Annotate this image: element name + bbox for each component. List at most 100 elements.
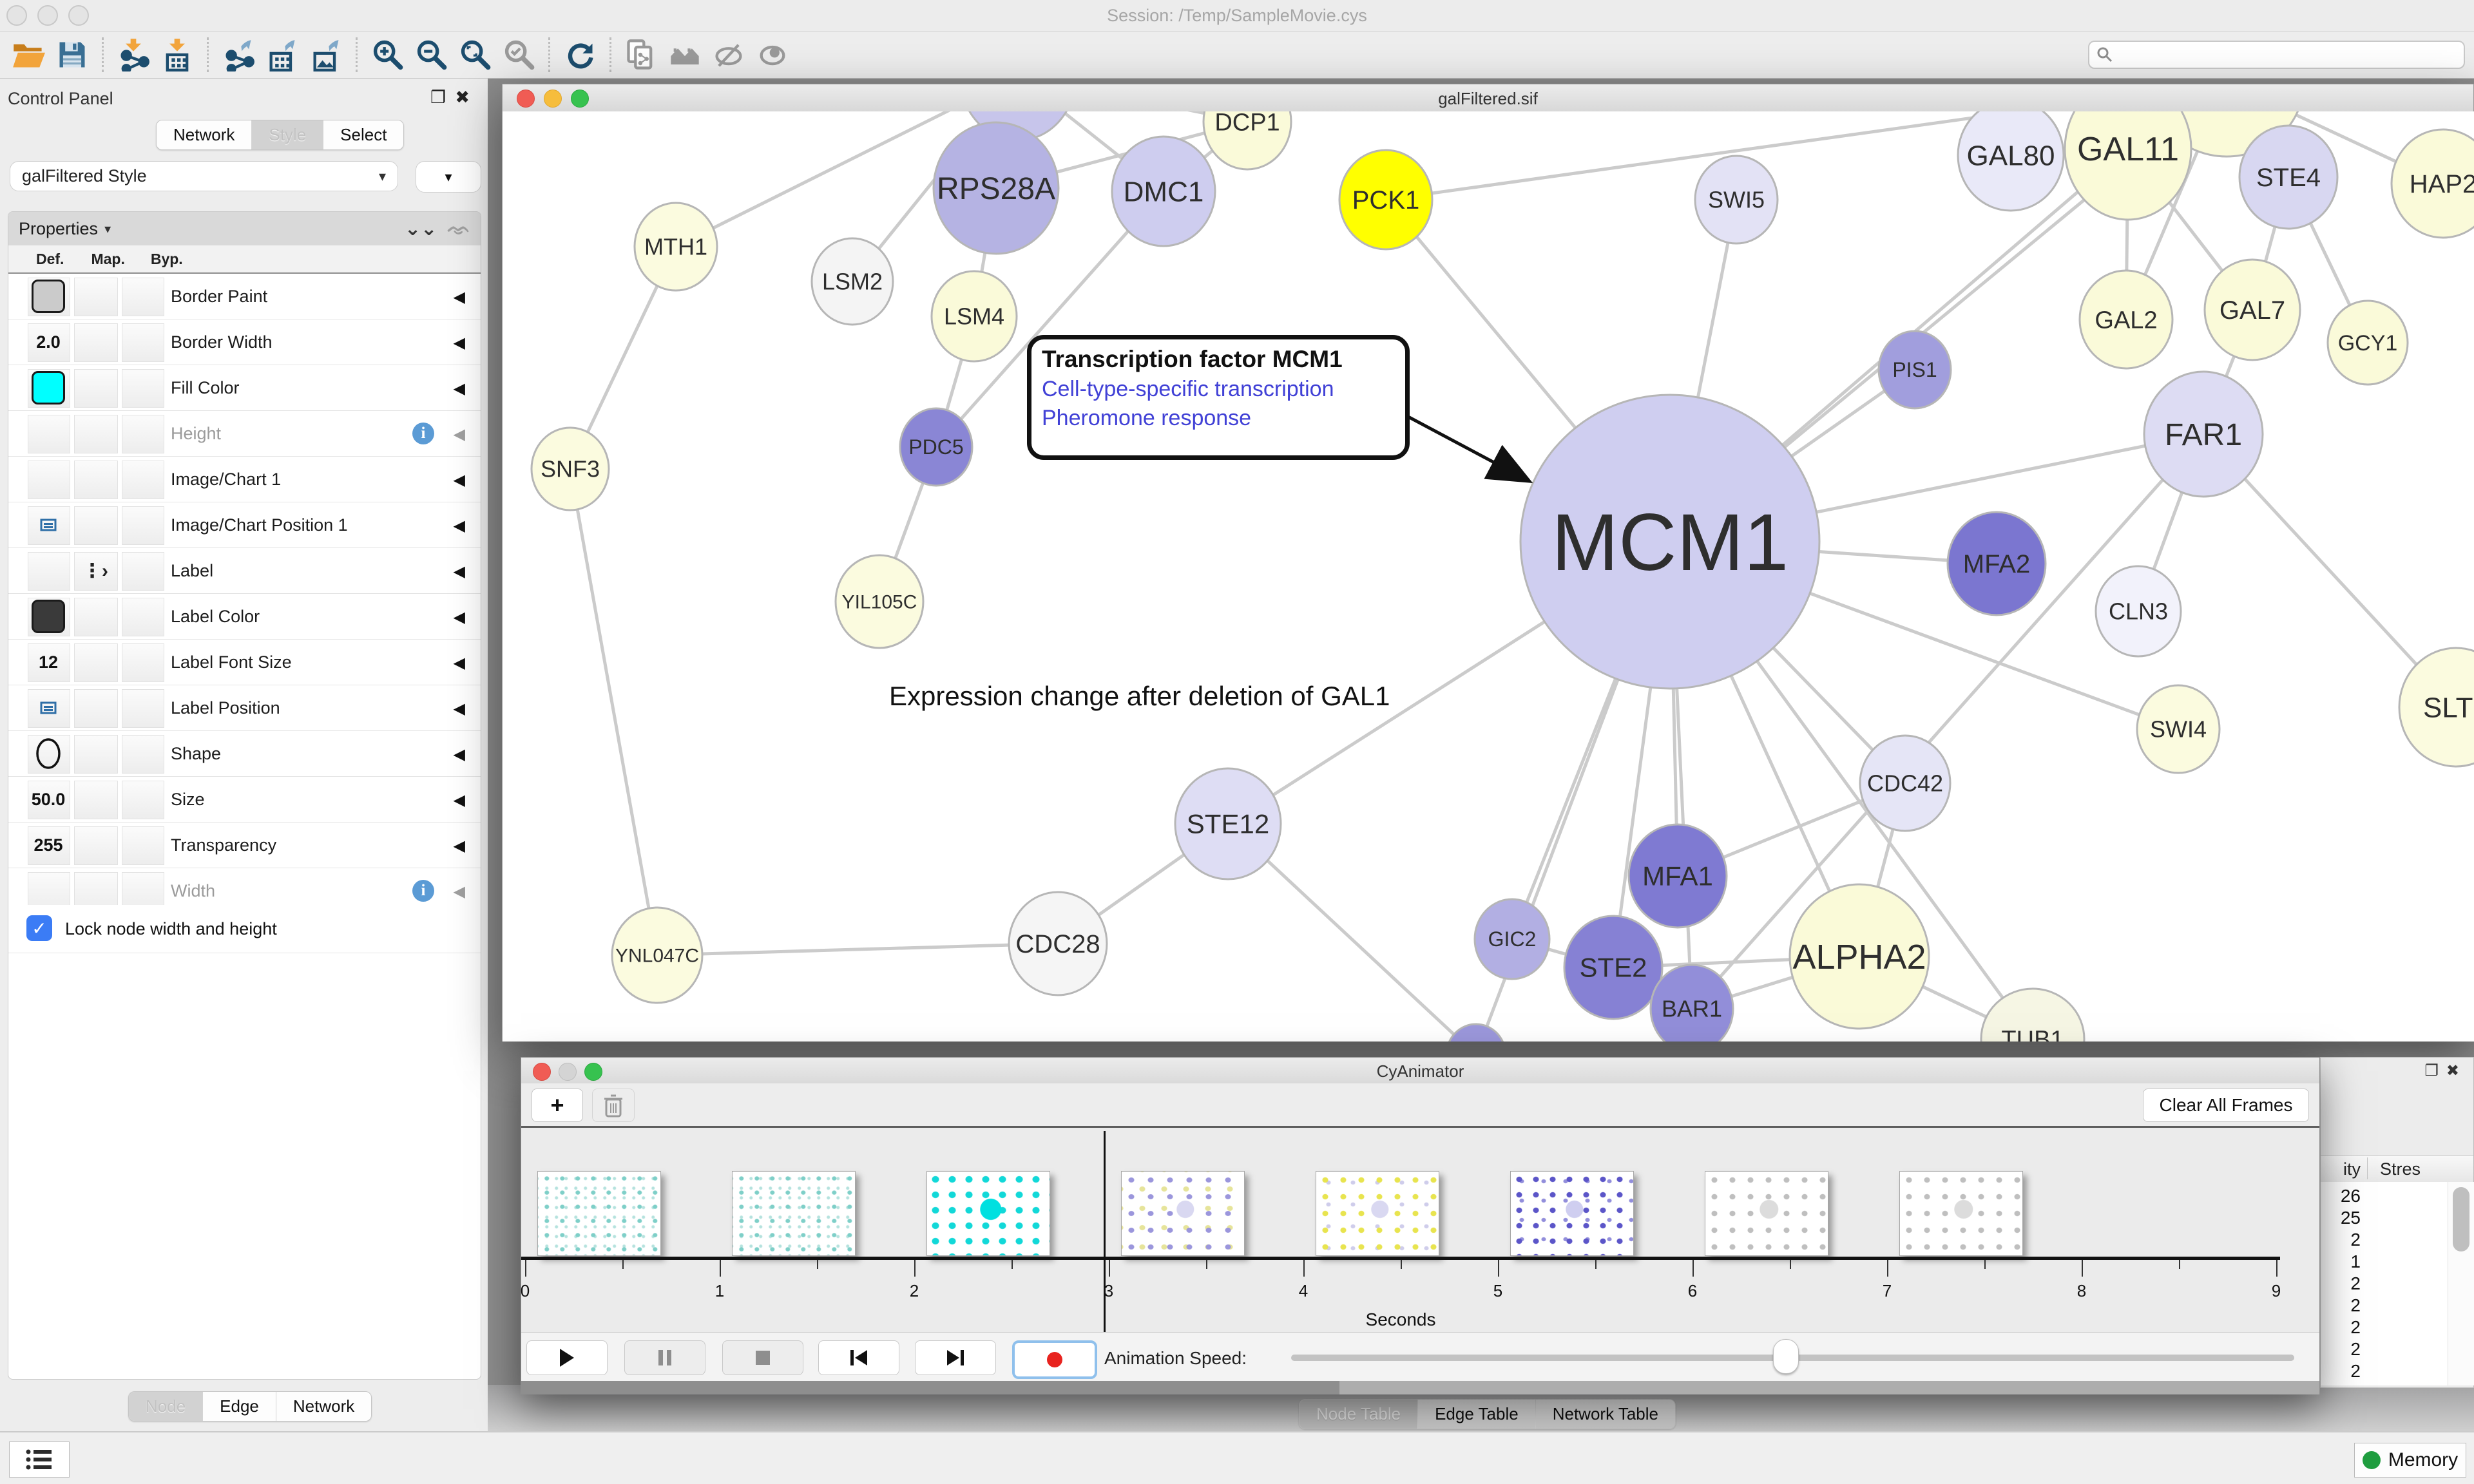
collapse-all-icon[interactable]: ᨎ xyxy=(447,218,470,240)
network-node-MTH1[interactable]: MTH1 xyxy=(635,203,717,290)
style-options-button[interactable]: ▾ xyxy=(416,161,481,193)
default-value[interactable]: 255 xyxy=(28,823,69,868)
color-swatch[interactable] xyxy=(32,371,65,404)
animation-speed-knob[interactable] xyxy=(1773,1339,1799,1374)
property-row-border-paint[interactable]: Border Paint◀ xyxy=(8,274,481,319)
annotation-link-1[interactable]: Cell-type-specific transcription xyxy=(1042,377,1395,402)
network-node-GCY1[interactable]: GCY1 xyxy=(2328,301,2408,385)
table-cell[interactable]: 2 xyxy=(2321,1317,2361,1338)
network-node-PIS1[interactable]: PIS1 xyxy=(1879,331,1951,408)
network-node-FAR1[interactable]: FAR1 xyxy=(2144,372,2263,497)
network-node-YNL047C[interactable]: YNL047C xyxy=(612,908,702,1003)
collapse-arrow-icon[interactable]: ◀ xyxy=(454,745,465,764)
stop-button[interactable] xyxy=(722,1340,803,1375)
close-panel-icon[interactable]: ✖ xyxy=(2446,1062,2467,1080)
annotation-link-2[interactable]: Pheromone response xyxy=(1042,406,1395,431)
zoom-fit-icon[interactable] xyxy=(455,35,495,75)
property-row-image-chart-position-1[interactable]: Image/Chart Position 1◀ xyxy=(8,502,481,548)
frame-thumbnail-6[interactable] xyxy=(1510,1171,1634,1256)
property-row-height[interactable]: Heighti◀ xyxy=(8,411,481,457)
network-node-CDC28[interactable]: CDC28 xyxy=(1009,892,1107,995)
style-selector[interactable]: galFiltered Style ▾ xyxy=(10,161,398,191)
copy-view-icon[interactable] xyxy=(621,35,661,75)
collapse-arrow-icon[interactable]: ◀ xyxy=(454,425,465,444)
network-window-titlebar[interactable]: galFiltered.sif xyxy=(503,84,2473,112)
timeline-playhead[interactable] xyxy=(1104,1131,1106,1335)
color-swatch[interactable] xyxy=(32,280,65,313)
tab-select[interactable]: Select xyxy=(323,120,403,149)
info-icon[interactable]: i xyxy=(412,880,434,902)
network-node-SWI4[interactable]: SWI4 xyxy=(2137,685,2220,773)
network-node-HAP2[interactable]: HAP2 xyxy=(2392,129,2474,238)
network-node-SLT2[interactable]: SLT2 xyxy=(2399,648,2474,766)
zoom-in-icon[interactable] xyxy=(367,35,407,75)
collapse-arrow-icon[interactable]: ◀ xyxy=(454,334,465,352)
search-input[interactable] xyxy=(2088,41,2465,69)
hide-glasses-icon[interactable] xyxy=(709,35,749,75)
table-column-stress[interactable]: Stres xyxy=(2380,1159,2421,1179)
network-node-STE2[interactable]: STE2 xyxy=(1564,916,1662,1019)
network-node-RPS28A[interactable]: RPS28A xyxy=(934,122,1059,254)
shape-ellipse-icon[interactable] xyxy=(28,731,69,776)
tab-edge-table[interactable]: Edge Table xyxy=(1417,1400,1535,1429)
table-column-ity[interactable]: ity xyxy=(2321,1159,2361,1179)
collapse-arrow-icon[interactable]: ◀ xyxy=(454,654,465,672)
network-node-TUB1[interactable]: TUB1 xyxy=(1981,989,2084,1042)
float-panel-icon[interactable]: ❐ xyxy=(430,88,455,107)
network-node-PDC5[interactable]: PDC5 xyxy=(900,408,972,486)
property-row-label-position[interactable]: Label Position◀ xyxy=(8,685,481,731)
memory-button[interactable]: Memory xyxy=(2354,1443,2466,1478)
network-node-MFA1[interactable]: MFA1 xyxy=(1629,824,1727,928)
mapping-icon[interactable]: ⋮› xyxy=(74,548,117,593)
show-eye-icon[interactable] xyxy=(753,35,792,75)
network-node-DMC1[interactable]: DMC1 xyxy=(1112,137,1215,246)
refresh-view-icon[interactable] xyxy=(560,35,600,75)
tab-node-table[interactable]: Node Table xyxy=(1299,1400,1417,1429)
network-node-ALPHA2[interactable]: ALPHA2 xyxy=(1790,884,1929,1029)
tab-network-table[interactable]: Network Table xyxy=(1535,1400,1675,1429)
table-vertical-scrollbar[interactable] xyxy=(2448,1182,2474,1385)
default-value[interactable]: 2.0 xyxy=(28,319,69,365)
table-cell[interactable]: 26 xyxy=(2321,1186,2361,1206)
property-row-label[interactable]: ⋮›Label◀ xyxy=(8,548,481,594)
frame-thumbnail-3[interactable] xyxy=(926,1171,1050,1256)
network-node-SNF3[interactable]: SNF3 xyxy=(532,428,609,510)
property-row-transparency[interactable]: 255Transparency◀ xyxy=(8,823,481,868)
table-cell[interactable]: 2 xyxy=(2321,1295,2361,1316)
table-cell[interactable]: 25 xyxy=(2321,1208,2361,1228)
network-node-GIC2[interactable]: GIC2 xyxy=(1475,899,1549,979)
property-row-label-font-size[interactable]: 12Label Font Size◀ xyxy=(8,640,481,685)
task-history-button[interactable] xyxy=(9,1441,70,1478)
play-button[interactable] xyxy=(526,1340,608,1375)
property-row-label-color[interactable]: Label Color◀ xyxy=(8,594,481,640)
position-icon[interactable] xyxy=(28,685,69,730)
network-node-MFA2[interactable]: MFA2 xyxy=(1948,512,2046,615)
network-node-pcut[interactable] xyxy=(1446,1024,1506,1042)
property-row-fill-color[interactable]: Fill Color◀ xyxy=(8,365,481,411)
network-node-LSM2[interactable]: LSM2 xyxy=(812,238,893,325)
export-table-icon[interactable] xyxy=(262,35,302,75)
import-table-icon[interactable] xyxy=(157,35,197,75)
add-frame-button[interactable]: + xyxy=(532,1089,583,1122)
property-row-shape[interactable]: Shape◀ xyxy=(8,731,481,777)
annotation-box[interactable]: Transcription factor MCM1 Cell-type-spec… xyxy=(1027,335,1410,460)
property-row-size[interactable]: 50.0Size◀ xyxy=(8,777,481,823)
tab-style[interactable]: Style xyxy=(251,120,323,149)
zoom-out-icon[interactable] xyxy=(411,35,451,75)
collapse-arrow-icon[interactable]: ◀ xyxy=(454,288,465,307)
info-icon[interactable]: i xyxy=(412,423,434,444)
export-network-icon[interactable] xyxy=(218,35,258,75)
close-panel-icon[interactable]: ✖ xyxy=(455,88,479,107)
collapse-arrow-icon[interactable]: ◀ xyxy=(454,699,465,718)
network-node-MCM1[interactable]: MCM1 xyxy=(1520,395,1819,689)
go-to-end-button[interactable] xyxy=(915,1340,996,1375)
frame-thumbnail-1[interactable] xyxy=(537,1171,661,1256)
table-cell[interactable]: 2 xyxy=(2321,1339,2361,1360)
network-node-PCK1[interactable]: PCK1 xyxy=(1339,150,1432,249)
lock-node-size-checkbox[interactable]: ✓ xyxy=(26,915,52,941)
import-network-icon[interactable] xyxy=(113,35,153,75)
network-node-SWI5[interactable]: SWI5 xyxy=(1695,156,1778,243)
cyanimator-titlebar[interactable]: CyAnimator xyxy=(521,1058,2319,1084)
float-panel-icon[interactable]: ❐ xyxy=(2424,1062,2446,1080)
collapse-arrow-icon[interactable]: ◀ xyxy=(454,379,465,398)
